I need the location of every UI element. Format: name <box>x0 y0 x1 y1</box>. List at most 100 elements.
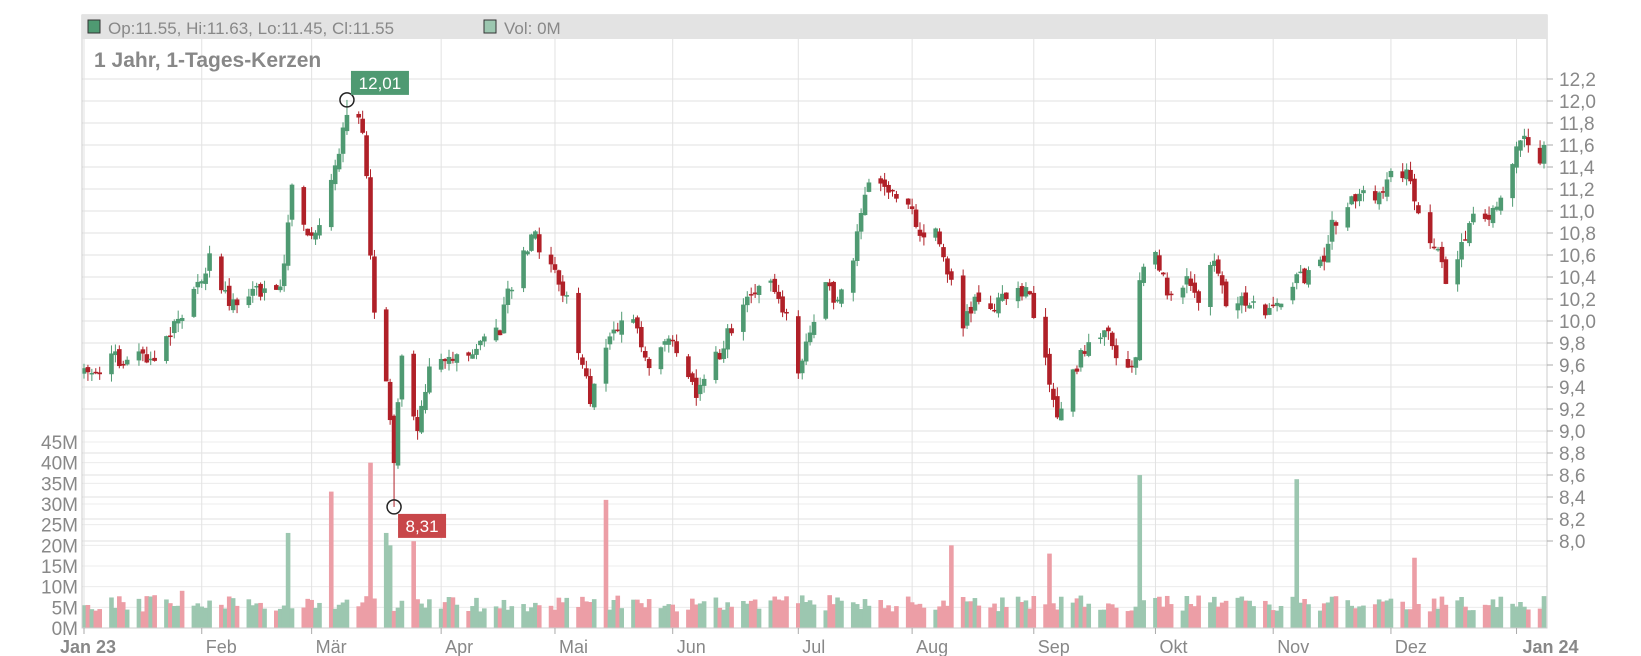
volume-bar <box>1208 602 1213 628</box>
date-tick-label: Sep <box>1038 637 1070 656</box>
volume-bar <box>882 608 887 628</box>
candle-body <box>1439 246 1445 263</box>
volume-tick-label: 45M <box>41 433 78 454</box>
candle-body <box>109 353 114 375</box>
price-tick-label: 8,8 <box>1559 444 1585 465</box>
volume-bar <box>85 604 91 628</box>
candle-body <box>1215 259 1221 274</box>
candle-body <box>419 405 424 433</box>
candle-body <box>752 292 758 295</box>
volume-bar <box>179 590 185 628</box>
volume-bar <box>419 603 424 628</box>
volume-bar <box>748 600 754 628</box>
volume-bar <box>230 598 236 628</box>
candle-body <box>945 258 950 275</box>
volume-bar <box>1345 600 1351 628</box>
volume-bar <box>725 602 730 628</box>
volume-bar <box>454 604 460 628</box>
candle-body <box>697 384 703 395</box>
volume-bar <box>607 609 613 628</box>
volume-bar <box>1027 608 1033 628</box>
volume-bar <box>1439 596 1445 628</box>
volume-bar <box>717 607 723 628</box>
candle-body <box>972 296 978 311</box>
candle-body <box>93 371 99 374</box>
candle-body <box>1361 190 1366 194</box>
volume-bar <box>1188 604 1194 628</box>
volume-bar <box>862 599 868 628</box>
volume-bar <box>690 598 695 628</box>
volume-bar <box>976 605 982 628</box>
candle-body <box>890 189 895 192</box>
candle-body <box>1514 146 1519 168</box>
candle-body <box>748 294 754 296</box>
candle-body <box>372 256 377 313</box>
volume-bar <box>768 600 774 628</box>
candle-body <box>175 318 181 324</box>
candle-body <box>713 351 719 381</box>
volume-bar <box>831 604 836 628</box>
volume-bar <box>285 532 291 628</box>
candle-body <box>576 292 581 354</box>
volume-bar <box>945 605 950 628</box>
candle-body <box>556 270 562 285</box>
candle-body <box>1298 271 1303 274</box>
volume-bar <box>576 606 581 628</box>
candle-body <box>756 285 762 295</box>
volume-bar <box>996 611 1001 628</box>
candle-body <box>1388 170 1394 178</box>
volume-bar <box>305 598 311 628</box>
legend-volume-swatch <box>483 19 497 34</box>
candle-body <box>1023 287 1029 297</box>
volume-bar <box>250 605 256 628</box>
candle-body <box>1125 359 1131 368</box>
volume-bar <box>1353 608 1358 628</box>
volume-bar <box>109 597 114 628</box>
price-tick-label: 11,8 <box>1559 114 1595 135</box>
candle-body <box>1004 292 1009 300</box>
volume-bar <box>1184 596 1190 628</box>
volume-bar <box>905 596 911 628</box>
volume-bar <box>136 598 142 628</box>
volume-bar <box>1486 605 1492 628</box>
volume-bar <box>886 605 891 628</box>
candle-body <box>395 402 401 466</box>
price-tick-label: 9,6 <box>1559 356 1585 377</box>
candle-body <box>584 368 589 377</box>
volume-bar <box>1113 607 1119 628</box>
volume-bar <box>1180 610 1186 628</box>
candle-body <box>313 232 318 240</box>
volume-bar <box>505 609 511 628</box>
volume-bar <box>1153 597 1158 628</box>
candle-body <box>179 317 185 322</box>
volume-bar <box>1243 600 1249 628</box>
candle-body <box>423 391 428 411</box>
candle-body <box>446 356 452 364</box>
volume-bar <box>803 602 809 628</box>
volume-bar <box>1376 599 1382 628</box>
date-tick-label: Okt <box>1159 637 1187 656</box>
price-tick-label: 9,0 <box>1559 422 1585 443</box>
candle-body <box>1031 292 1037 318</box>
candle-body <box>642 351 648 358</box>
volume-bar <box>493 606 499 628</box>
volume-bar <box>972 598 978 628</box>
date-tick-label: Aug <box>916 637 948 656</box>
candle-body <box>807 332 813 343</box>
candle-body <box>811 321 817 335</box>
volume-bar <box>721 609 727 628</box>
volume-bar <box>1137 475 1143 628</box>
volume-bar <box>246 599 252 628</box>
candle-body <box>894 194 899 199</box>
volume-tick-label: 40M <box>41 454 78 475</box>
price-tick-label: 11,6 <box>1559 136 1595 157</box>
candle-body <box>230 299 236 311</box>
candle-body <box>136 351 142 361</box>
volume-bar <box>937 606 942 628</box>
candle-body <box>831 281 836 303</box>
volume-bar <box>784 596 789 628</box>
price-tick-label: 11,2 <box>1559 180 1595 201</box>
volume-tick-label: 25M <box>41 516 78 537</box>
volume-bar <box>799 595 805 628</box>
candle-body <box>1274 302 1280 306</box>
